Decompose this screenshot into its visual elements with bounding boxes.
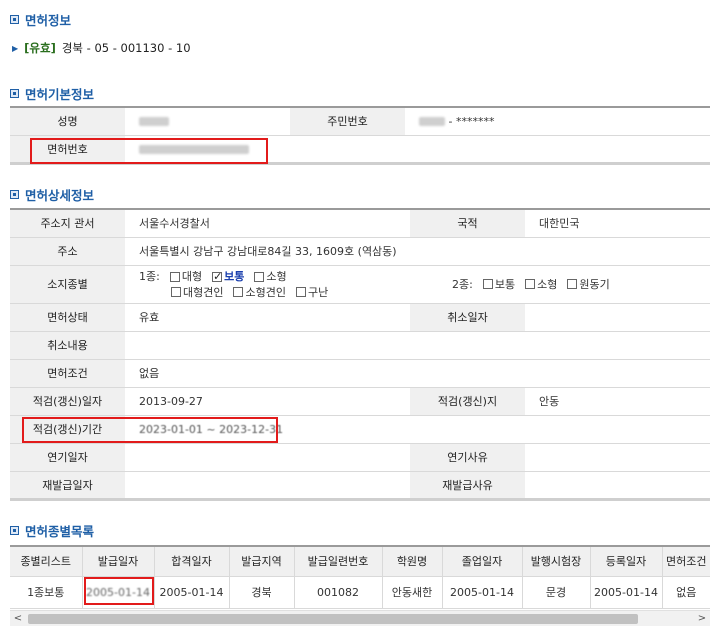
cancel-content-label: 취소내용 — [10, 331, 125, 360]
state-label: 면허상태 — [10, 303, 125, 332]
table-cell: 없음 — [662, 576, 710, 609]
state-value: 유효 — [125, 303, 410, 332]
horizontal-scrollbar[interactable]: < > — [10, 610, 710, 626]
reissue-reason-label: 재발급사유 — [410, 471, 525, 501]
extend-reason-value — [525, 443, 710, 472]
nationality-label: 국적 — [410, 208, 525, 238]
table-cell: 경북 — [229, 576, 295, 609]
section-bullet-icon — [10, 526, 19, 535]
highlight-license-no — [30, 138, 268, 164]
class1-regular-checkbox[interactable] — [212, 269, 222, 284]
cancel-date-label: 취소일자 — [410, 303, 525, 332]
condition-value: 없음 — [125, 359, 710, 388]
cancel-content-value — [125, 331, 710, 360]
detail-info-table: 주소지 관서 서울수서경찰서 국적 대한민국 주소 서울특별시 강남구 강남대로… — [10, 208, 710, 501]
scrollbar-thumb[interactable] — [28, 614, 638, 624]
column-header: 발급지역 — [229, 545, 295, 577]
table-cell: 001082 — [294, 576, 383, 609]
class2-small-checkbox[interactable] — [525, 279, 536, 289]
rrn-label: 주민번호 — [290, 106, 405, 136]
class2-regular-checkbox[interactable] — [482, 279, 493, 289]
extend-reason-label: 연기사유 — [410, 443, 525, 472]
reissue-date-label: 재발급일자 — [10, 471, 125, 501]
section-bullet-icon — [10, 15, 19, 24]
table-header-row: 종별리스트 발급일자 합격일자 발급지역 발급일련번호 학원명 졸업일자 발행시… — [10, 545, 710, 577]
renew-place-label: 적검(갱신)지 — [410, 387, 525, 416]
section-license-info: 면허정보 — [10, 10, 71, 29]
highlight-issue-date — [84, 577, 154, 605]
table-cell: 1종보통 — [10, 576, 83, 609]
section-bullet-icon — [10, 89, 19, 98]
extend-date-label: 연기일자 — [10, 443, 125, 472]
name-value — [125, 106, 290, 136]
class1-small-checkbox[interactable] — [254, 271, 265, 282]
column-header: 졸업일자 — [442, 545, 523, 577]
section-basic-info: 면허기본정보 — [10, 84, 94, 103]
license-type-label: 소지종별 — [10, 265, 125, 304]
table-cell: 2005-01-14 — [442, 576, 523, 609]
renew-date-label: 적검(갱신)일자 — [10, 387, 125, 416]
column-header: 학원명 — [382, 545, 443, 577]
column-header: 종별리스트 — [10, 545, 83, 577]
class1-small-tow-checkbox[interactable] — [233, 287, 244, 297]
class1-wrecker-checkbox[interactable] — [295, 287, 306, 297]
column-header: 발급일자 — [82, 545, 155, 577]
column-header: 합격일자 — [154, 545, 230, 577]
reissue-reason-value — [525, 471, 710, 501]
column-header: 면허조건 — [662, 545, 710, 577]
section-type-list: 면허종별목록 — [10, 521, 94, 540]
column-header: 등록일자 — [590, 545, 663, 577]
cancel-date-value — [525, 303, 710, 332]
nationality-value: 대한민국 — [525, 208, 710, 238]
renew-date-value: 2013-09-27 — [125, 387, 410, 416]
jurisdiction-value: 서울수서경찰서 — [125, 208, 410, 238]
class1-large-checkbox[interactable] — [169, 271, 180, 282]
column-header: 발행시험장 — [522, 545, 591, 577]
redacted-name — [139, 117, 169, 127]
extend-date-value — [125, 443, 410, 472]
scroll-left-icon[interactable]: < — [10, 611, 26, 627]
renew-place-value: 안동 — [525, 387, 710, 416]
license-summary: ▶ [유효] 경북 - 05 - 001130 - 10 — [12, 40, 191, 56]
rrn-value: - ******* — [405, 106, 710, 136]
address-label: 주소 — [10, 237, 125, 266]
column-header: 발급일련번호 — [294, 545, 383, 577]
section-bullet-icon — [10, 190, 19, 199]
jurisdiction-label: 주소지 관서 — [10, 208, 125, 238]
license-number: 경북 - 05 - 001130 - 10 — [61, 41, 191, 55]
class2-motorbike-checkbox[interactable] — [567, 279, 578, 289]
class1-large-tow-checkbox[interactable] — [171, 287, 181, 297]
license-status: [유효] — [24, 41, 56, 55]
condition-label: 면허조건 — [10, 359, 125, 388]
table-cell: 2005-01-14 — [154, 576, 230, 609]
scroll-right-icon[interactable]: > — [694, 611, 710, 627]
redacted-rrn — [419, 117, 445, 127]
address-value: 서울특별시 강남구 강남대로84길 33, 1609호 (역삼동) — [125, 237, 710, 266]
table-cell: 문경 — [522, 576, 591, 609]
class2-options: 2종: 보통 소형 원동기 — [410, 265, 710, 304]
section-detail-info: 면허상세정보 — [10, 185, 94, 204]
name-label: 성명 — [10, 106, 125, 136]
class1-options: 1종:대형보통소형 대형견인소형견인구난 — [125, 265, 410, 304]
table-cell: 안동새한 — [382, 576, 443, 609]
reissue-date-value — [125, 471, 410, 501]
table-cell: 2005-01-14 — [590, 576, 663, 609]
highlight-renew-period — [22, 417, 278, 443]
triangle-right-icon: ▶ — [12, 43, 19, 53]
